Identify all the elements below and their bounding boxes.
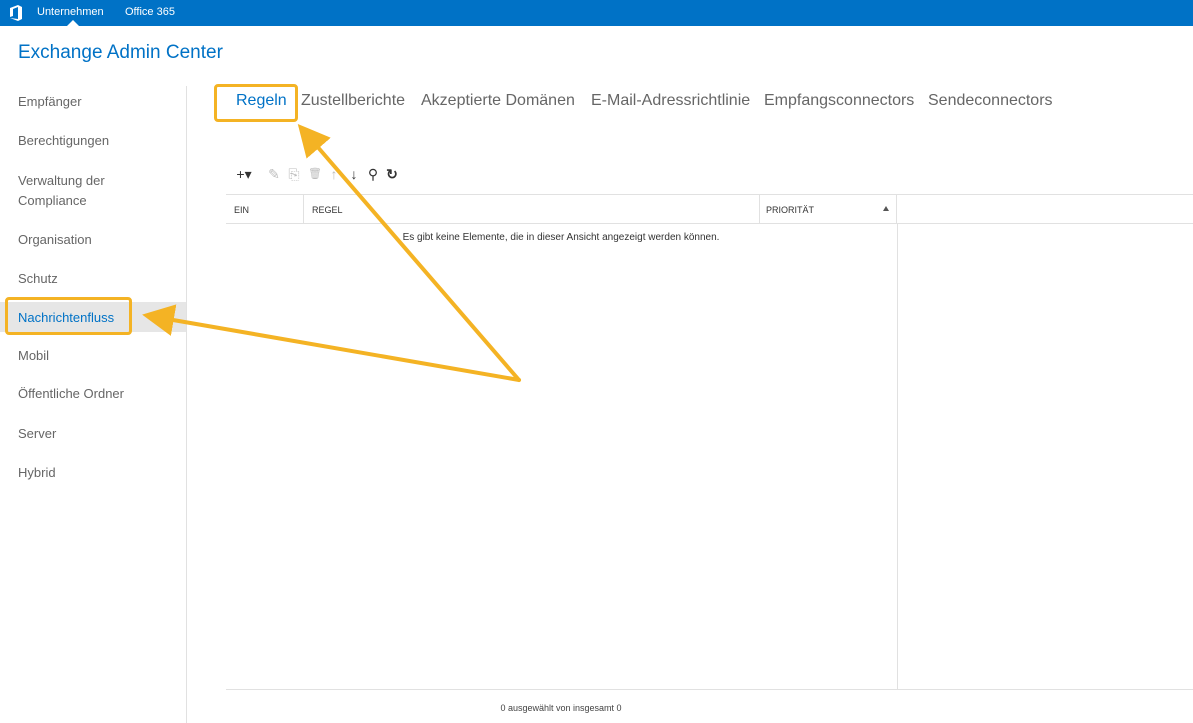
sidebar-divider (186, 86, 187, 723)
empty-list-message: Es gibt keine Elemente, die in dieser An… (402, 232, 720, 243)
column-header-ein[interactable]: EIN (234, 205, 249, 215)
tab-sendeconnectors[interactable]: Sendeconnectors (928, 92, 1053, 110)
annotation-arrow-to-nachrichtenfluss (142, 304, 521, 382)
sidebar-item-schutz[interactable]: Schutz (18, 269, 58, 289)
sidebar-item-mobil[interactable]: Mobil (18, 346, 49, 366)
column-header-regel[interactable]: REGEL (312, 205, 343, 215)
tab-zustellberichte[interactable]: Zustellberichte (301, 92, 405, 110)
top-navigation-bar: Unternehmen Office 365 (0, 0, 1193, 26)
sidebar-item-compliance[interactable]: Verwaltung der Compliance (18, 171, 158, 211)
tab-empfangsconnectors[interactable]: Empfangsconnectors (764, 92, 914, 110)
search-icon[interactable]: ⚲ (365, 165, 381, 183)
page-title: Exchange Admin Center (18, 42, 223, 63)
add-icon[interactable]: +▾ (229, 165, 259, 183)
move-down-icon[interactable]: ↓ (346, 165, 362, 183)
sidebar-item-organisation[interactable]: Organisation (18, 230, 92, 250)
sort-ascending-icon (883, 206, 889, 211)
tab-akzeptierte-domaenen[interactable]: Akzeptierte Domänen (421, 92, 575, 110)
grid-footer-divider (226, 689, 1193, 690)
sidebar-item-empfaenger[interactable]: Empfänger (18, 92, 82, 112)
office-logo-icon[interactable] (9, 5, 23, 21)
delete-icon[interactable]: 🗑 (307, 165, 323, 183)
details-pane-divider (897, 223, 898, 689)
selection-status: 0 ausgewählt von insgesamt 0 (500, 703, 622, 713)
sidebar-item-oeffentliche-ordner[interactable]: Öffentliche Ordner (18, 384, 124, 404)
annotation-highlight-regeln (214, 84, 298, 122)
grid-header: EIN REGEL PRIORITÄT (226, 194, 1193, 224)
column-separator (896, 195, 897, 223)
topbar-link-office365[interactable]: Office 365 (125, 6, 175, 18)
move-up-icon[interactable]: ↑ (326, 165, 342, 183)
refresh-icon[interactable]: ↻ (384, 165, 400, 183)
column-header-prioritaet[interactable]: PRIORITÄT (766, 205, 814, 215)
copy-icon[interactable]: ⎘ (286, 165, 302, 183)
column-separator (759, 195, 760, 223)
topbar-link-unternehmen[interactable]: Unternehmen (37, 6, 104, 18)
sidebar-item-berechtigungen[interactable]: Berechtigungen (18, 131, 109, 151)
edit-icon[interactable]: ✎ (266, 165, 282, 183)
sidebar-item-server[interactable]: Server (18, 424, 56, 444)
active-link-marker (67, 20, 79, 26)
tab-email-adressrichtlinie[interactable]: E-Mail-Adressrichtlinie (591, 92, 750, 110)
sidebar-item-hybrid[interactable]: Hybrid (18, 463, 56, 483)
column-separator (303, 195, 304, 223)
annotation-highlight-nachrichtenfluss (5, 297, 132, 335)
